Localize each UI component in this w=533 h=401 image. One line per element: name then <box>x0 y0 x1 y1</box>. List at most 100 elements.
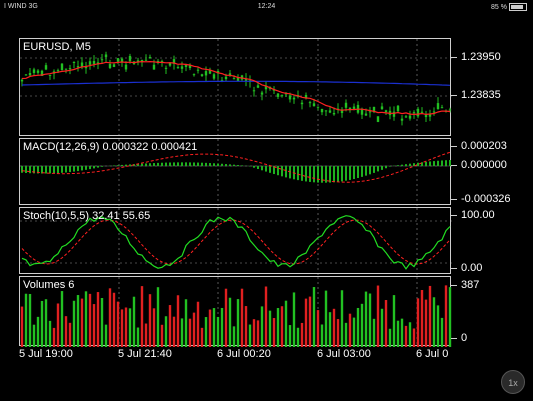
candle-body <box>308 102 312 104</box>
macd-axis-low: -0.000326 <box>461 193 511 205</box>
macd-histogram-bar <box>165 162 167 166</box>
candle-body <box>440 107 444 109</box>
volume-bar <box>256 320 260 347</box>
macd-histogram-bar <box>297 166 299 181</box>
volume-bar <box>356 307 360 347</box>
volume-bar <box>248 324 252 347</box>
macd-histogram-bar <box>125 164 127 166</box>
volume-bar <box>376 285 380 347</box>
candle-body <box>180 66 184 69</box>
candle-body <box>196 69 200 71</box>
volume-bar <box>220 307 224 347</box>
volume-bar <box>288 325 292 347</box>
volume-bar <box>284 300 288 347</box>
macd-histogram-bar <box>197 162 199 166</box>
stochastic-main-line <box>21 215 451 270</box>
volume-bar <box>64 316 68 347</box>
volume-bar <box>136 327 140 347</box>
macd-histogram-bar <box>233 164 235 166</box>
volume-bar <box>228 297 232 347</box>
candle-body <box>48 74 52 76</box>
stochastic-signal-line <box>21 219 451 265</box>
volume-bar <box>436 305 440 347</box>
volume-bar <box>252 319 256 347</box>
zoom-button[interactable]: 1x <box>501 370 525 394</box>
volumes-canvas <box>20 277 452 347</box>
volume-bar <box>88 293 92 347</box>
macd-histogram-bar <box>113 165 115 166</box>
volume-bar <box>408 322 412 347</box>
candle-body <box>448 109 452 111</box>
macd-histogram-bar <box>385 166 387 169</box>
macd-histogram-bar <box>181 162 183 166</box>
stochastic-label: Stoch(10,5,5) 32.41 55.65 <box>23 210 151 222</box>
time-axis-label: 6 Jul 03:00 <box>317 348 371 360</box>
macd-panel[interactable]: MACD(12,26,9) 0.000322 0.000421 <box>19 138 452 206</box>
macd-tick <box>451 146 457 147</box>
candle-body <box>212 74 216 79</box>
macd-histogram-bar <box>57 166 59 174</box>
candle-body <box>392 111 396 117</box>
macd-histogram-bar <box>89 166 91 170</box>
time-axis-label: 5 Jul 21:40 <box>118 348 172 360</box>
candle-body <box>204 71 208 76</box>
macd-histogram-bar <box>265 166 267 172</box>
volume-bar <box>20 306 24 347</box>
volume-tick <box>451 285 457 286</box>
volume-bar <box>444 285 448 347</box>
volume-bar <box>92 304 96 347</box>
volume-bar <box>300 322 304 347</box>
macd-histogram-bar <box>193 162 195 166</box>
volume-bar <box>52 327 56 347</box>
volume-bar <box>28 293 32 347</box>
stochastic-panel[interactable]: Stoch(10,5,5) 32.41 55.65 <box>19 207 452 275</box>
candle-body <box>72 61 76 63</box>
macd-histogram-bar <box>409 163 411 166</box>
candle-body <box>256 85 260 88</box>
macd-histogram-bar <box>101 166 103 167</box>
volume-bar <box>44 299 48 347</box>
macd-histogram-bar <box>221 163 223 166</box>
candle-body <box>104 54 108 58</box>
volume-bar <box>316 310 320 347</box>
macd-histogram-bar <box>85 166 87 170</box>
battery-indicator: 85 % <box>491 3 527 11</box>
macd-histogram-bar <box>441 160 443 166</box>
volume-bar <box>188 318 192 347</box>
volume-bar <box>148 294 152 347</box>
macd-histogram-bar <box>145 163 147 166</box>
price-chart-canvas <box>20 39 452 137</box>
macd-histogram-bar <box>97 166 99 168</box>
macd-histogram-bar <box>317 166 319 183</box>
price-chart-panel[interactable]: EURUSD, M5 <box>19 38 452 137</box>
candle-body <box>124 64 128 70</box>
macd-histogram-bar <box>389 166 391 167</box>
volumes-panel[interactable]: Volumes 6 <box>19 276 452 347</box>
macd-histogram-bar <box>161 162 163 166</box>
volume-bar <box>276 308 280 347</box>
volume-bar <box>184 299 188 347</box>
price-tick <box>451 57 457 58</box>
candle-body <box>56 70 60 72</box>
volume-bar <box>80 298 84 347</box>
volume-axis-low: 0 <box>461 332 468 344</box>
macd-histogram-bar <box>241 165 243 166</box>
macd-histogram-bar <box>433 161 435 166</box>
candle-body <box>280 95 284 97</box>
macd-histogram-bar <box>309 166 311 182</box>
macd-histogram-bar <box>305 166 307 182</box>
macd-label: MACD(12,26,9) 0.000322 0.000421 <box>23 141 198 153</box>
volume-bar <box>368 293 372 347</box>
volume-bar <box>384 300 388 347</box>
volume-bar <box>36 316 40 347</box>
volume-bar <box>440 317 444 347</box>
volume-bar <box>68 322 72 347</box>
volume-bar <box>404 325 408 347</box>
macd-histogram-bar <box>185 162 187 166</box>
macd-histogram-bar <box>277 166 279 176</box>
time-axis-label: 5 Jul 19:00 <box>19 348 73 360</box>
volume-bar <box>352 317 356 347</box>
candle-body <box>408 115 412 119</box>
macd-histogram-bar <box>229 164 231 166</box>
volume-bar <box>332 308 336 347</box>
